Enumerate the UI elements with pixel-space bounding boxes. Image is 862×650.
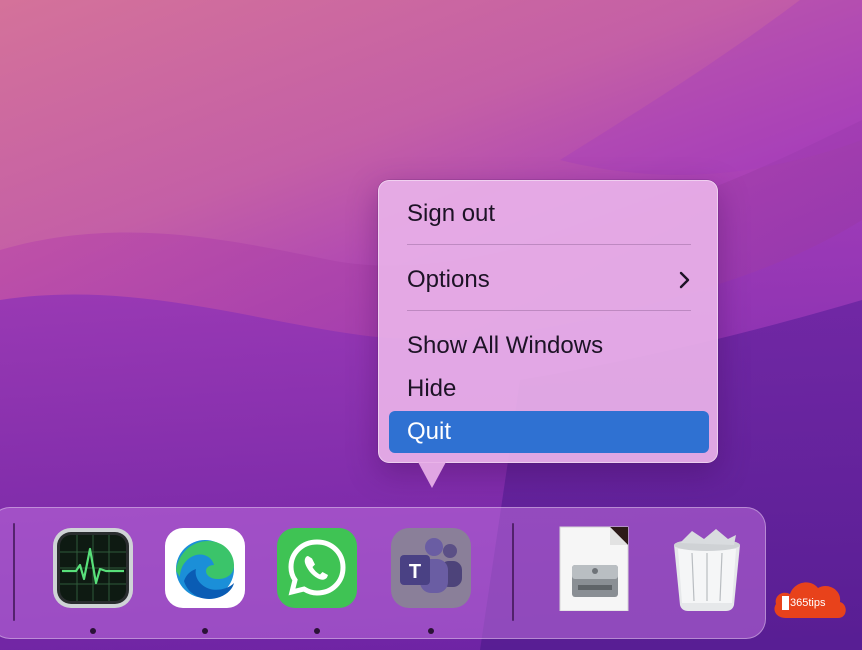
menu-item-hide[interactable]: Hide: [389, 368, 709, 410]
app-context-menu: Sign out Options Show All Windows Hide Q…: [378, 180, 718, 463]
menu-item-options[interactable]: Options: [389, 259, 709, 301]
menu-separator: [407, 310, 691, 311]
running-indicator: [314, 628, 320, 634]
running-indicator: [202, 628, 208, 634]
trash-icon[interactable]: [664, 525, 750, 611]
menu-item-label: Show All Windows: [407, 332, 604, 359]
whatsapp-icon[interactable]: [274, 525, 360, 611]
menu-item-label: Sign out: [407, 200, 496, 227]
running-indicator: [428, 628, 434, 634]
menu-item-quit[interactable]: Quit: [389, 411, 709, 453]
activity-monitor-icon[interactable]: [50, 525, 136, 611]
menu-item-show-all-windows[interactable]: Show All Windows: [389, 325, 709, 367]
menu-separator: [407, 244, 691, 245]
menu-item-label: Hide: [407, 375, 457, 402]
dock-divider: [512, 523, 514, 621]
menu-pointer: [418, 462, 446, 488]
running-indicator: [90, 628, 96, 634]
menu-item-sign-out[interactable]: Sign out: [389, 193, 709, 235]
chevron-right-icon: [679, 259, 691, 301]
dock-divider: [13, 523, 15, 621]
watermark-text: 365tips: [790, 597, 826, 609]
disk-image-icon[interactable]: [550, 525, 636, 612]
edge-icon[interactable]: [162, 525, 248, 611]
menu-item-label: Options: [407, 266, 490, 293]
menu-item-label: Quit: [407, 418, 452, 445]
teams-icon[interactable]: T: [388, 525, 474, 611]
svg-text:T: T: [409, 561, 421, 583]
